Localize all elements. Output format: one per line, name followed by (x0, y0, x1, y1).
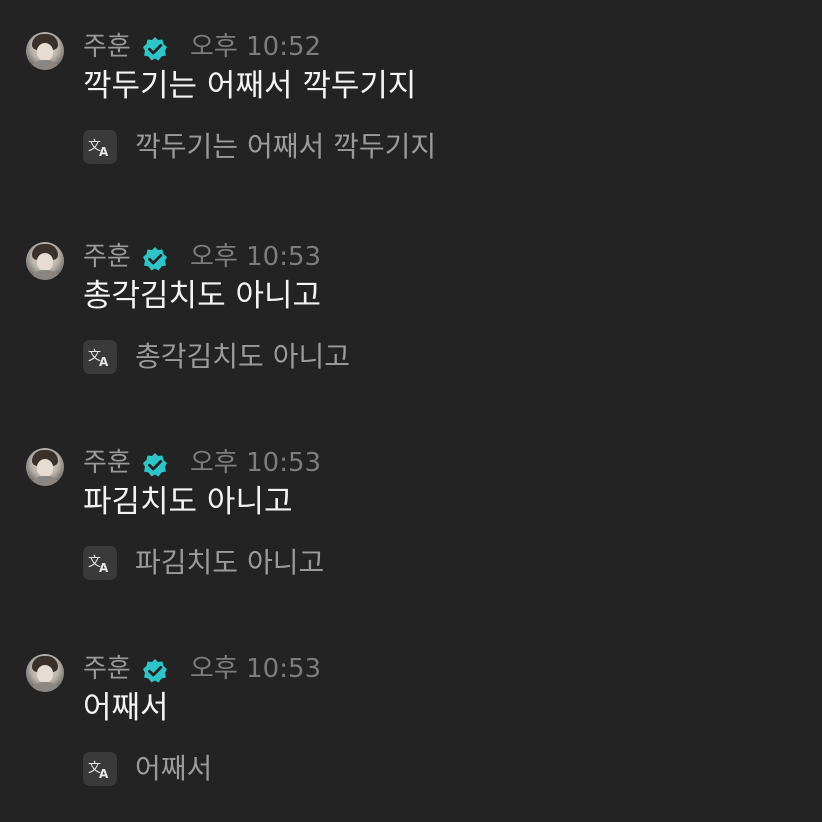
svg-text:A: A (99, 767, 109, 781)
avatar[interactable] (26, 448, 64, 486)
timestamp: 오후 10:52 (190, 32, 322, 62)
avatar[interactable] (26, 242, 64, 280)
verified-badge-icon (143, 659, 167, 683)
verified-badge-icon (143, 453, 167, 477)
translation-text: 깍두기는 어째서 깍두기지 (135, 130, 437, 163)
message-text: 파김치도 아니고 (83, 484, 293, 520)
avatar-face (37, 459, 53, 477)
username[interactable]: 주훈 (83, 32, 131, 62)
message-item[interactable]: 주훈 오후 10:53 총각김치도 아니고 文 A 총각김치도 아니고 (26, 242, 806, 402)
avatar-face (37, 253, 53, 271)
username[interactable]: 주훈 (83, 242, 131, 272)
avatar-face (37, 665, 53, 683)
translate-glyph: 文 A (88, 349, 109, 369)
message-text: 깍두기는 어째서 깍두기지 (83, 68, 417, 104)
translate-glyph: 文 A (88, 139, 109, 159)
username[interactable]: 주훈 (83, 448, 131, 478)
translate-icon[interactable]: 文 A (83, 340, 117, 374)
avatar-shirt (29, 270, 61, 280)
message-item[interactable]: 주훈 오후 10:52 깍두기는 어째서 깍두기지 文 A 깍두기는 어째서 깍… (26, 32, 806, 192)
timestamp: 오후 10:53 (190, 242, 322, 272)
translate-icon[interactable]: 文 A (83, 546, 117, 580)
avatar-shirt (29, 476, 61, 486)
translation-text: 파김치도 아니고 (135, 546, 325, 579)
translate-glyph: 文 A (88, 761, 109, 781)
message-item[interactable]: 주훈 오후 10:53 어째서 文 A 어째서 (26, 654, 806, 814)
translation-text: 어째서 (135, 752, 213, 785)
verified-badge-icon (143, 247, 167, 271)
svg-text:A: A (99, 355, 109, 369)
message-item[interactable]: 주훈 오후 10:53 파김치도 아니고 文 A 파김치도 아니고 (26, 448, 806, 608)
message-text: 총각김치도 아니고 (83, 278, 322, 314)
verified-badge-icon (143, 37, 167, 61)
avatar[interactable] (26, 32, 64, 70)
avatar-shirt (29, 682, 61, 692)
avatar[interactable] (26, 654, 64, 692)
translate-icon[interactable]: 文 A (83, 752, 117, 786)
translation-text: 총각김치도 아니고 (135, 340, 350, 373)
svg-text:A: A (99, 561, 109, 575)
svg-text:A: A (99, 145, 109, 159)
message-text: 어째서 (83, 690, 169, 726)
translate-glyph: 文 A (88, 555, 109, 575)
timestamp: 오후 10:53 (190, 448, 322, 478)
username[interactable]: 주훈 (83, 654, 131, 684)
timestamp: 오후 10:53 (190, 654, 322, 684)
translate-icon[interactable]: 文 A (83, 130, 117, 164)
avatar-shirt (29, 60, 61, 70)
avatar-face (37, 43, 53, 61)
